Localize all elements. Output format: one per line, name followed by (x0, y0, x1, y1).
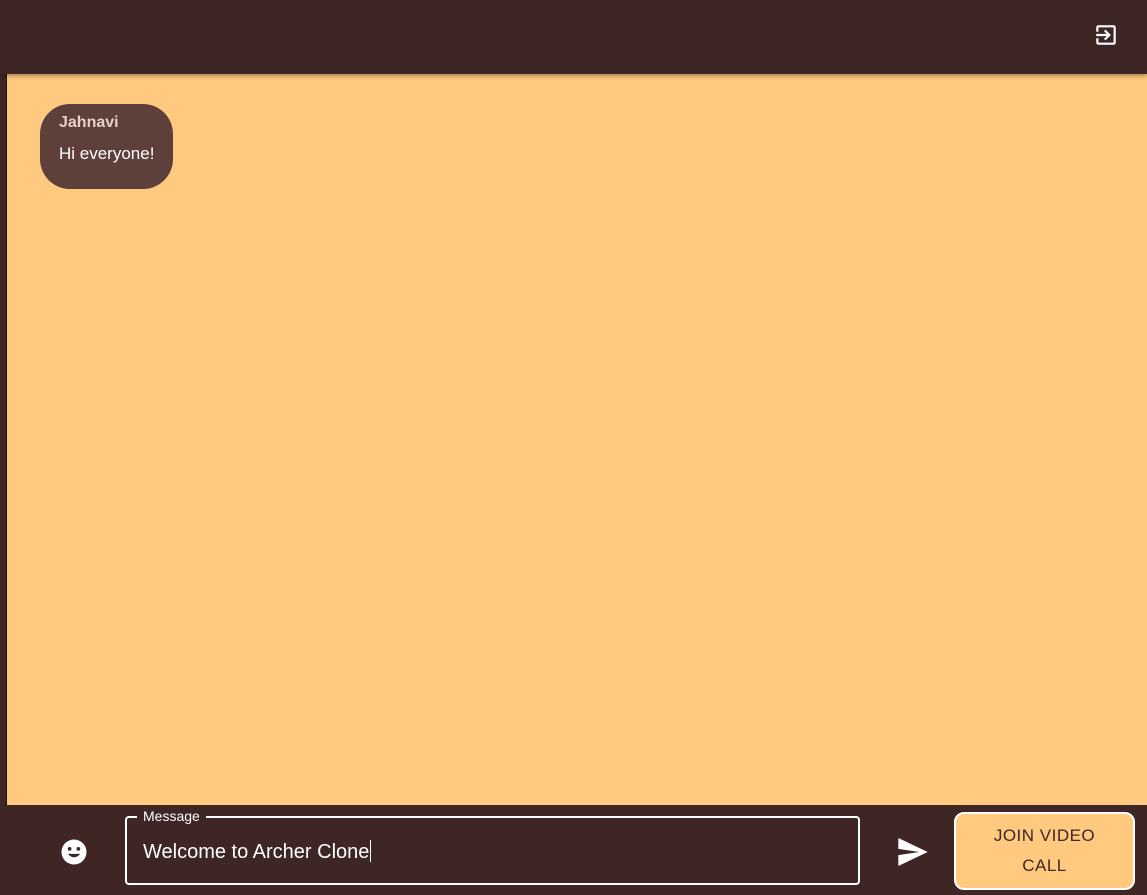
chat-messages-area[interactable]: Jahnavi Hi everyone! (6, 74, 1147, 805)
message-bubble: Jahnavi Hi everyone! (40, 104, 174, 189)
chat-app: Jahnavi Hi everyone! Message Welcome to … (0, 0, 1147, 895)
message-input-value: Welcome to Archer Clone (143, 841, 370, 863)
message-input[interactable]: Welcome to Archer Clone (143, 840, 372, 864)
logout-icon (1096, 25, 1116, 45)
composer-bar: Message Welcome to Archer Clone JOIN VID… (0, 805, 1147, 895)
text-caret (370, 840, 372, 862)
top-app-bar (0, 0, 1147, 74)
logout-button[interactable] (1093, 22, 1119, 48)
message-field-label: Message (137, 808, 206, 824)
emoji-icon (61, 839, 87, 865)
message-sender: Jahnavi (59, 114, 119, 131)
send-icon (898, 838, 928, 866)
message-field[interactable]: Message Welcome to Archer Clone (125, 808, 860, 885)
emoji-button[interactable] (59, 837, 89, 867)
message-text: Hi everyone! (59, 144, 155, 163)
join-video-call-button[interactable]: JOIN VIDEO CALL (954, 812, 1135, 890)
send-button[interactable] (897, 838, 929, 866)
